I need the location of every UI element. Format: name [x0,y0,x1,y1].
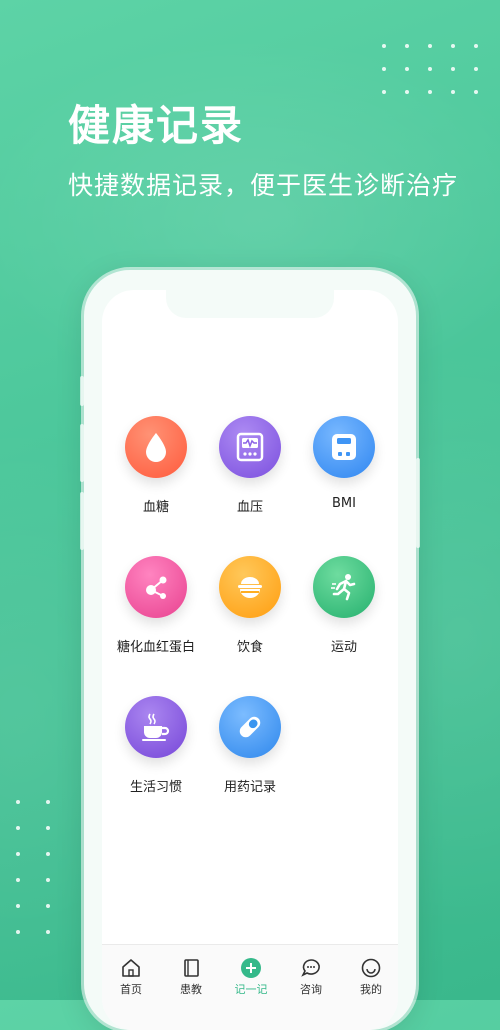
tab-record[interactable]: 记一记 [226,957,276,997]
scale-icon [313,416,375,478]
record-tile-blood-pressure[interactable]: 血压 [202,416,298,515]
record-tile-diet[interactable]: 饮食 [202,556,298,655]
monitor-icon [219,416,281,478]
tab-label: 咨询 [300,983,322,996]
tab-label: 记一记 [234,983,268,996]
chat-icon [301,959,320,977]
coffee-cup-icon [125,696,187,758]
record-tile-medication[interactable]: 用药记录 [202,696,298,795]
phone-side-button [80,376,84,406]
tab-label: 患教 [180,983,202,996]
decorative-dots-top-right [382,44,478,94]
record-tile-lifestyle[interactable]: 生活习惯 [108,696,204,795]
bottom-tab-bar: 首页 患教 记一记 咨询 我的 [102,944,398,1030]
tab-label: 首页 [120,983,142,996]
record-label: 生活习惯 [129,780,182,795]
record-tile-exercise[interactable]: 运动 [296,556,392,655]
smile-icon [361,958,381,978]
record-label: BMI [332,496,356,511]
running-icon [313,556,375,618]
record-label: 血糖 [142,500,169,515]
hero-title: 健康记录 [68,101,245,150]
record-label: 糖化血红蛋白 [116,640,195,655]
pill-icon [219,696,281,758]
drop-icon [125,416,187,478]
tab-home[interactable]: 首页 [106,957,156,997]
decorative-dots-bottom-left [16,800,50,934]
plus-circle-icon [241,958,261,978]
book-icon [184,959,199,977]
record-tile-hba1c[interactable]: 糖化血红蛋白 [108,556,204,655]
phone-side-button [80,424,84,482]
molecule-icon [125,556,187,618]
record-tile-blood-glucose[interactable]: 血糖 [108,416,204,515]
record-label: 血压 [236,500,263,515]
tab-label: 我的 [360,983,382,996]
tab-education[interactable]: 患教 [166,957,216,997]
phone-side-button [416,458,420,548]
home-icon [122,959,140,977]
record-label: 用药记录 [223,780,276,795]
tab-profile[interactable]: 我的 [346,957,396,997]
record-tile-bmi[interactable]: BMI [296,416,392,511]
record-label: 饮食 [236,640,263,655]
tab-consult[interactable]: 咨询 [286,957,336,997]
phone-notch [166,290,334,318]
phone-screen: 血糖 血压 BMI 糖化血红蛋白 饮食 运动 生活习惯 用药记录 首页 患教 记… [102,290,398,1030]
phone-side-button [80,492,84,550]
record-label: 运动 [330,640,357,655]
hero-subtitle: 快捷数据记录，便于医生诊断治疗 [68,171,459,200]
rice-bowl-icon [219,556,281,618]
